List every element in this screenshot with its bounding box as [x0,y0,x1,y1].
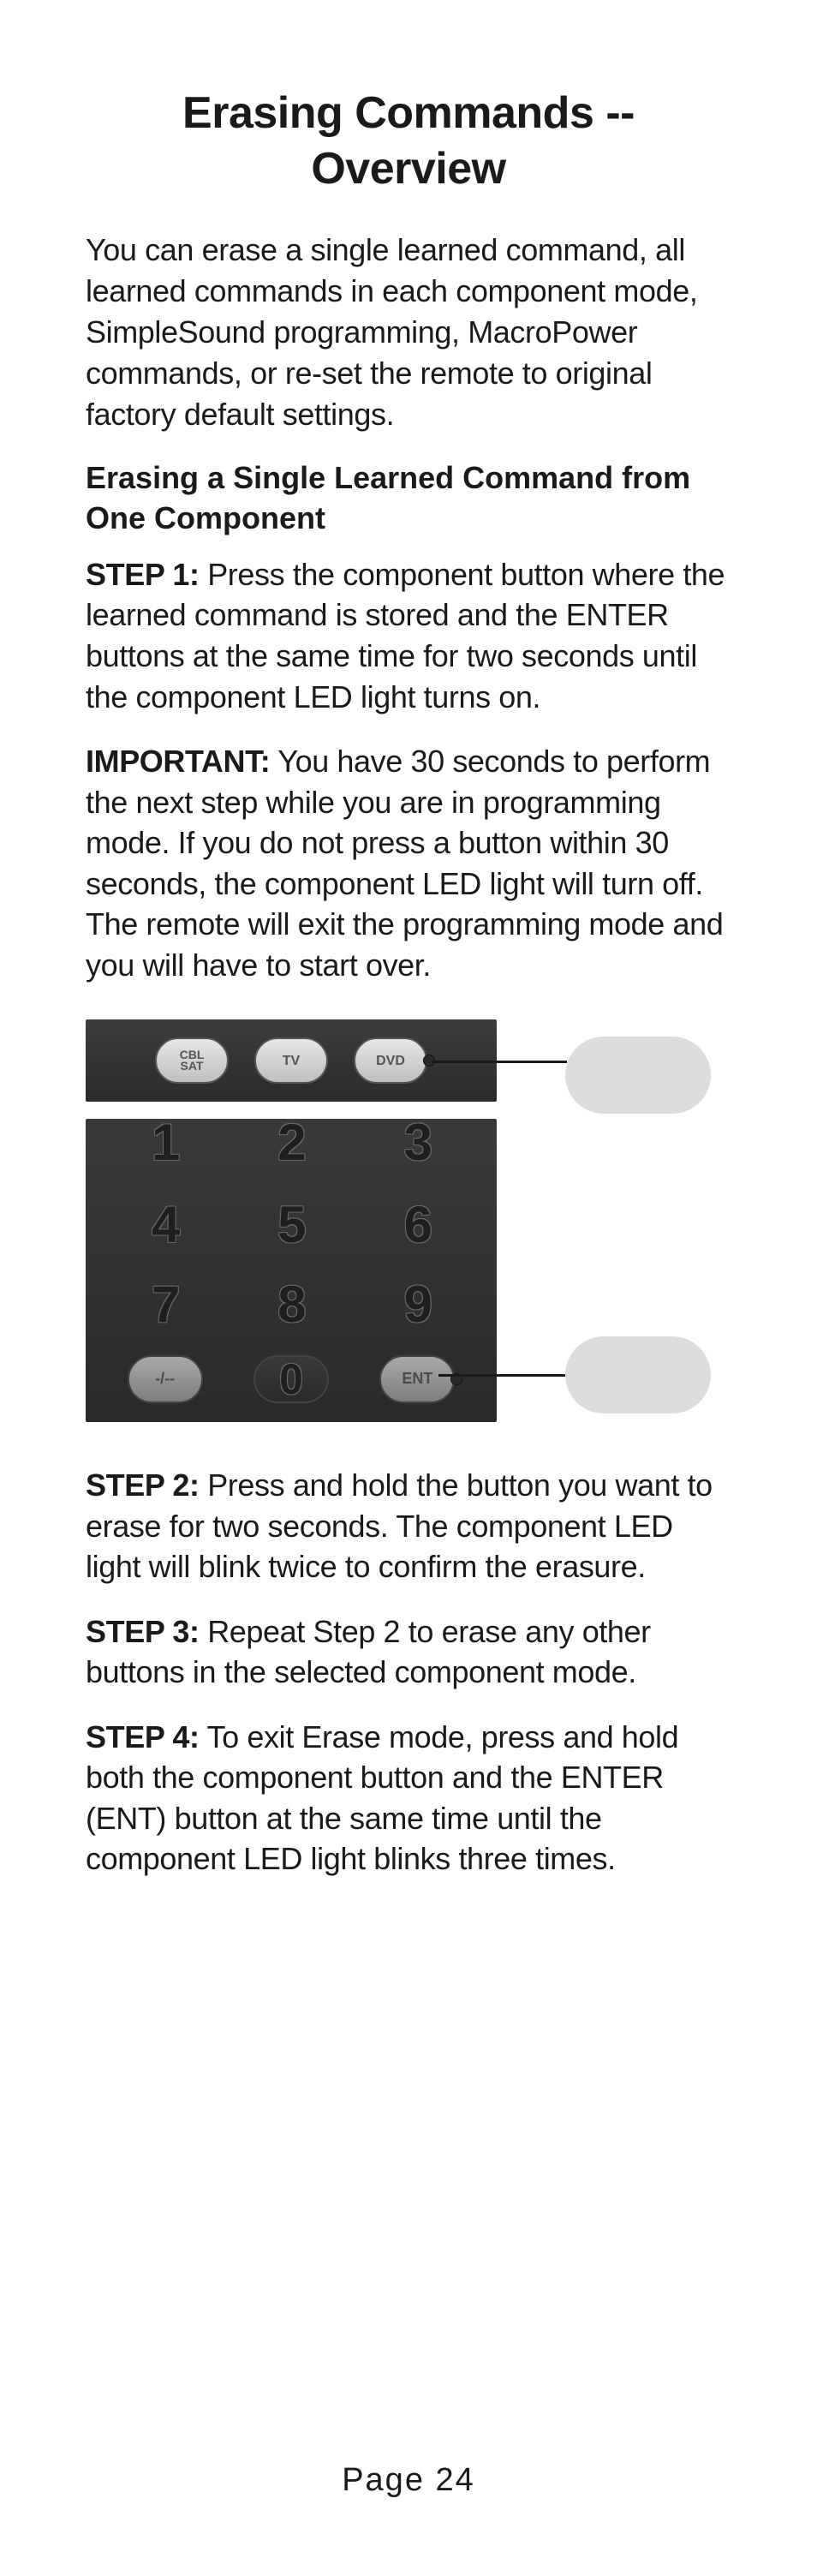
key-ent: ENT [379,1355,455,1403]
tv-button: TV [254,1037,328,1084]
key-dash-cell: -/-- [106,1347,224,1413]
intro-paragraph: You can erase a single learned command, … [86,230,731,434]
remote-diagram: CBL SAT TV DVD 1 2 3 4 5 6 7 [86,1019,731,1422]
key-ent-cell: ENT [359,1347,476,1413]
key-1: 1 [106,1119,224,1165]
step-4: STEP 4: To exit Erase mode, press and ho… [86,1717,731,1880]
step-2-lead: STEP 2: [86,1467,200,1503]
page-container: Erasing Commands -- Overview You can era… [0,0,817,1880]
key-2: 2 [232,1119,349,1165]
callout-line-bottom [438,1374,567,1377]
cbl-sat-button: CBL SAT [155,1037,229,1084]
key-7: 7 [106,1266,224,1343]
important-note: IMPORTANT: You have 30 seconds to perfor… [86,741,731,985]
step-3: STEP 3: Repeat Step 2 to erase any other… [86,1611,731,1693]
section-heading: Erasing a Single Learned Command from On… [86,458,731,539]
page-title: Erasing Commands -- Overview [86,86,731,197]
tv-label: TV [283,1055,300,1067]
key-3: 3 [359,1119,476,1165]
key-0-cell: 0 [232,1347,349,1413]
callout-bubble-bottom [565,1336,711,1414]
step-1-lead: STEP 1: [86,557,200,592]
key-dash: -/-- [128,1355,203,1403]
key-6: 6 [359,1186,476,1264]
step-4-lead: STEP 4: [86,1719,200,1754]
important-text: You have 30 seconds to perform the next … [86,744,723,983]
key-9: 9 [359,1266,476,1343]
step-3-lead: STEP 3: [86,1614,200,1649]
callout-line-top [432,1061,567,1063]
key-0: 0 [253,1355,329,1403]
key-8: 8 [232,1266,349,1343]
sat-label: SAT [180,1061,205,1072]
number-grid: 1 2 3 4 5 6 7 8 9 -/-- 0 ENT [86,1119,497,1422]
page-number: Page 24 [0,2462,817,2499]
step-1: STEP 1: Press the component button where… [86,554,731,717]
step-2: STEP 2: Press and hold the button you wa… [86,1465,731,1587]
dvd-button: DVD [354,1037,427,1084]
ent-label: ENT [402,1370,432,1388]
remote-keypad: 1 2 3 4 5 6 7 8 9 -/-- 0 ENT [86,1119,497,1422]
important-lead: IMPORTANT: [86,744,270,779]
dvd-label: DVD [376,1055,405,1067]
callout-bubble-top [565,1037,711,1114]
key-4: 4 [106,1186,224,1264]
key-5: 5 [232,1186,349,1264]
